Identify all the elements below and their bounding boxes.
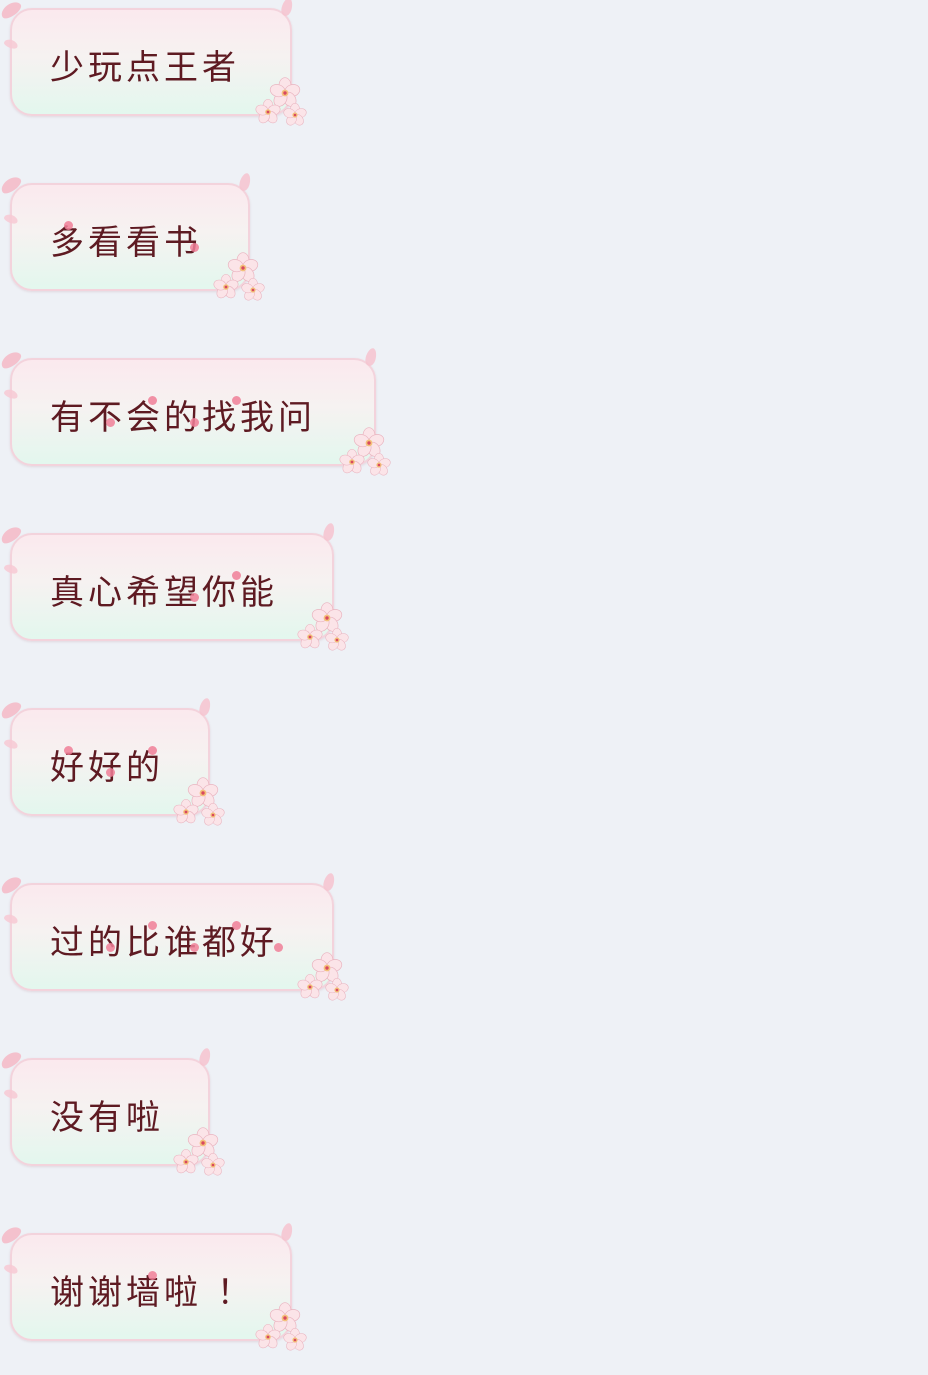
petal-dot-icon xyxy=(274,943,283,952)
petal-dot-icon xyxy=(232,396,241,405)
petal-dot-icon xyxy=(190,593,199,602)
message-bubble[interactable]: 真心希望你能 xyxy=(10,533,334,641)
message-text: 没有啦 xyxy=(50,1098,164,1138)
petal-dot-icon xyxy=(232,921,241,930)
petal-dot-icon xyxy=(148,1271,157,1280)
message-bubble[interactable]: 少玩点王者 xyxy=(10,8,292,116)
chat-message-list: 少玩点王者多看看书有不会的找我问真心希望你能好好的过的比谁都好没有啦谢谢墙啦 ！ xyxy=(0,0,928,1358)
petal-dot-icon xyxy=(106,943,115,952)
petal-dot-icon xyxy=(190,418,199,427)
cherry-blossom-icon xyxy=(294,597,358,661)
message-row: 少玩点王者 xyxy=(0,0,342,150)
message-text: 真心希望你能 xyxy=(50,573,278,613)
blossom-icon xyxy=(282,102,308,128)
blossom-icon xyxy=(324,627,350,653)
blossom-icon xyxy=(338,448,366,476)
petal-dot-icon xyxy=(64,221,73,230)
cherry-blossom-icon xyxy=(252,72,316,136)
message-text: 少玩点王者 xyxy=(50,48,240,88)
petal-dot-icon xyxy=(148,921,157,930)
message-text: 过的比谁都好 xyxy=(50,923,278,963)
message-row: 多看看书 xyxy=(0,172,300,325)
petal-icon xyxy=(279,0,295,17)
petal-icon xyxy=(279,1222,295,1242)
message-row: 好好的 xyxy=(0,697,260,850)
petal-dot-icon xyxy=(190,943,199,952)
petal-dot-icon xyxy=(148,396,157,405)
blossom-icon xyxy=(212,273,240,301)
blossom-icon xyxy=(296,623,324,651)
petal-dot-icon xyxy=(148,746,157,755)
petal-dot-icon xyxy=(190,243,199,252)
cherry-blossom-icon xyxy=(210,247,274,311)
message-bubble[interactable]: 有不会的找我问 xyxy=(10,358,376,466)
blossom-icon xyxy=(200,1152,226,1178)
petal-icon xyxy=(321,522,337,542)
blossom-icon xyxy=(324,977,350,1003)
petal-dot-icon xyxy=(106,418,115,427)
cherry-blossom-icon xyxy=(294,947,358,1011)
blossom-icon xyxy=(172,798,200,826)
blossom-icon xyxy=(254,1323,282,1351)
cherry-blossom-icon xyxy=(336,422,400,486)
message-row: 没有啦 xyxy=(0,1047,260,1200)
petal-dot-icon xyxy=(232,571,241,580)
message-bubble[interactable]: 谢谢墙啦 ！ xyxy=(10,1233,292,1341)
petal-icon xyxy=(197,697,213,717)
cherry-blossom-icon xyxy=(252,1297,316,1361)
blossom-icon xyxy=(296,973,324,1001)
message-text: 有不会的找我问 xyxy=(50,398,316,438)
blossom-icon xyxy=(254,98,282,126)
petal-icon xyxy=(237,172,253,192)
petal-dot-icon xyxy=(64,746,73,755)
blossom-icon xyxy=(282,1327,308,1353)
petal-icon xyxy=(363,347,379,367)
cherry-blossom-icon xyxy=(170,1122,234,1186)
blossom-icon xyxy=(200,802,226,828)
cherry-blossom-icon xyxy=(170,772,234,836)
message-bubble[interactable]: 过的比谁都好 xyxy=(10,883,334,991)
message-row: 有不会的找我问 xyxy=(0,347,426,500)
petal-dot-icon xyxy=(106,768,115,777)
message-row: 真心希望你能 xyxy=(0,522,384,675)
blossom-icon xyxy=(366,452,392,478)
message-row: 过的比谁都好 xyxy=(0,872,384,1025)
message-text: 多看看书 xyxy=(50,223,202,263)
message-row: 谢谢墙啦 ！ xyxy=(0,1222,342,1375)
blossom-icon xyxy=(240,277,266,303)
petal-icon xyxy=(197,1047,213,1067)
blossom-icon xyxy=(172,1148,200,1176)
petal-icon xyxy=(321,872,337,892)
